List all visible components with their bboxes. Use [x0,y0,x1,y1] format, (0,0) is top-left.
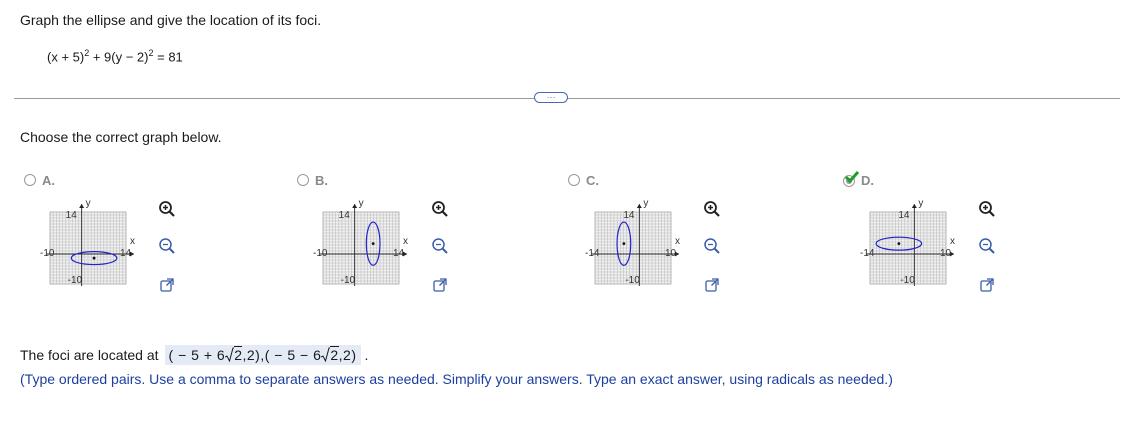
ellipse-graph-option-a[interactable]: 14 -10 -10 14 x y [40,198,140,290]
x-max-label: 10 [940,248,952,259]
ellipse-equation: (x + 5)2 + 9(y − 2)2 = 81 [47,48,183,65]
y-min-label: -10 [340,275,356,286]
zoom-in-icon[interactable] [429,198,451,220]
answer-input[interactable]: ( − 5 + 6 2,2),( − 5 − 6 2,2) [164,345,361,365]
x-max-label: 14 [393,248,405,259]
x-min-label: -10 [313,248,328,259]
option-a-radio[interactable] [24,174,36,186]
y-axis-var: y [643,198,649,209]
y-axis-var: y [358,198,364,209]
option-b-radio[interactable] [297,174,309,186]
y-axis-var: y [85,198,91,209]
y-min-label: -10 [67,275,83,286]
zoom-out-icon[interactable] [429,235,451,257]
answer-suffix: . [364,347,369,363]
y-max-label: 14 [65,210,77,221]
option-c-radio[interactable] [568,174,580,186]
x-axis-var: x [403,236,408,247]
zoom-out-icon[interactable] [701,235,723,257]
x-axis-var: x [675,236,680,247]
radical-icon [224,347,235,363]
option-label: C. [586,173,599,188]
x-min-label: -14 [860,248,875,259]
question-text: Graph the ellipse and give the location … [20,12,322,28]
x-min-label: -14 [585,248,600,259]
option-label: D. [861,173,874,188]
y-max-label: 14 [338,210,350,221]
popout-icon[interactable] [701,274,723,296]
x-max-label: 10 [665,248,677,259]
x-max-label: 14 [120,248,132,259]
radical-icon [321,347,331,363]
y-max-label: 14 [623,210,635,221]
popout-icon[interactable] [156,274,178,296]
radio-circle[interactable] [24,174,36,186]
ellipse-graph-option-d[interactable]: 14 -10 -14 10 x y [860,198,960,290]
choose-prompt: Choose the correct graph below. [20,129,222,145]
zoom-in-icon[interactable] [156,198,178,220]
radio-circle[interactable] [297,174,309,186]
radio-circle[interactable] [568,174,580,186]
x-min-label: -10 [40,248,55,259]
y-axis-var: y [918,198,924,209]
zoom-in-icon[interactable] [701,198,723,220]
y-max-label: 14 [898,210,910,221]
x-axis-var: x [130,236,135,247]
popout-icon[interactable] [976,274,998,296]
option-label: B. [315,173,328,188]
answer-hint: (Type ordered pairs. Use a comma to sepa… [20,371,893,387]
x-axis-var: x [950,236,955,247]
answer-prefix: The foci are located at [20,347,159,363]
answer-line: The foci are located at ( − 5 + 6 2,2),( … [20,345,368,365]
checkmark-icon [844,170,860,188]
option-d-radio[interactable] [843,171,863,193]
y-min-label: -10 [625,275,640,286]
y-min-label: -10 [900,275,915,286]
option-label: A. [42,173,55,188]
zoom-out-icon[interactable] [156,235,178,257]
popout-icon[interactable] [429,274,451,296]
ellipse-graph-option-b[interactable]: 14 -10 -10 14 x y [313,198,413,290]
zoom-out-icon[interactable] [976,235,998,257]
zoom-in-icon[interactable] [976,198,998,220]
more-button[interactable]: ··· [534,92,568,103]
ellipse-graph-option-c[interactable]: 14 -10 -14 10 x y [585,198,685,290]
